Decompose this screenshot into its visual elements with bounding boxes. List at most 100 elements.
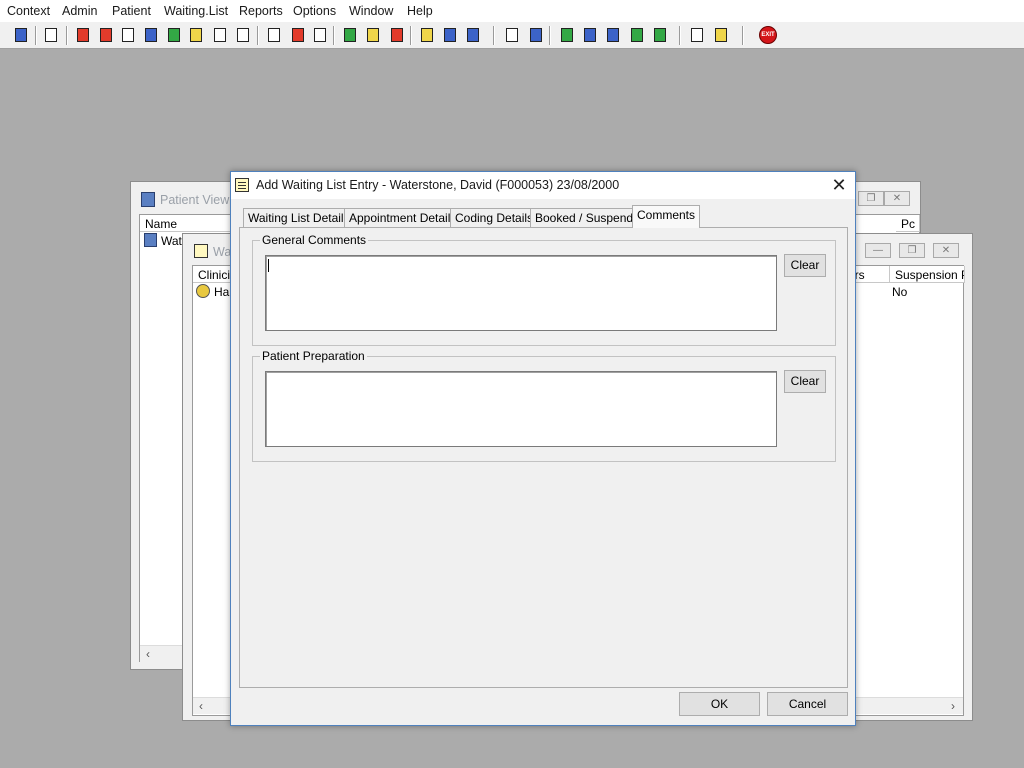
check-list-icon	[584, 28, 596, 42]
toolbar-separator	[679, 26, 681, 45]
search-doc-icon	[268, 28, 280, 42]
document-button[interactable]	[502, 25, 522, 45]
menu-options[interactable]: Options	[293, 4, 336, 18]
patient-preparation-textarea[interactable]	[265, 371, 777, 447]
menu-help[interactable]: Help	[407, 4, 433, 18]
download-button[interactable]	[627, 25, 647, 45]
panel-icon	[314, 28, 326, 42]
ok-button[interactable]: OK	[679, 692, 760, 716]
menu-context[interactable]: Context	[7, 4, 50, 18]
report-button[interactable]	[118, 25, 138, 45]
form-button[interactable]	[186, 25, 206, 45]
patient-view-icon	[141, 192, 155, 207]
globe-icon	[561, 28, 573, 42]
toolbar-separator	[493, 26, 495, 45]
patient-col-name[interactable]: Name	[140, 215, 240, 232]
transfer-icon	[467, 28, 479, 42]
exit-button[interactable]: EXIT	[758, 25, 778, 45]
notes-button[interactable]	[417, 25, 437, 45]
patient-preparation-label: Patient Preparation	[260, 349, 367, 363]
patient-row-icon	[144, 233, 157, 247]
clock-button[interactable]	[288, 25, 308, 45]
check-list-button[interactable]	[580, 25, 600, 45]
warning-icon	[715, 28, 727, 42]
scroll-left-icon[interactable]: ‹	[146, 647, 150, 661]
patient-col-pc[interactable]: Pc	[896, 215, 920, 232]
note-edit-button[interactable]	[363, 25, 383, 45]
exit-icon: EXIT	[759, 26, 777, 44]
patient-view-restore-button[interactable]: ❐	[858, 191, 884, 206]
clinician-row-icon	[196, 284, 210, 298]
clinician-button[interactable]	[164, 25, 184, 45]
bar-chart-button[interactable]	[526, 25, 546, 45]
transfer-button[interactable]	[463, 25, 483, 45]
general-comments-textarea[interactable]	[265, 255, 777, 331]
menu-waiting-list[interactable]: Waiting.List	[164, 4, 228, 18]
waiting-list-icon	[194, 244, 208, 258]
waiting-list-close-button[interactable]: ✕	[933, 243, 959, 258]
tab-coding-details[interactable]: Coding Details	[450, 208, 539, 227]
toolbar-separator	[549, 26, 551, 45]
note-edit-icon	[367, 28, 379, 42]
tab-booked-suspend[interactable]: Booked / Suspend	[530, 208, 639, 227]
add-waiting-list-entry-dialog: Add Waiting List Entry - Waterstone, Dav…	[230, 171, 856, 726]
camera-icon	[214, 28, 226, 42]
print-button[interactable]	[41, 25, 61, 45]
tab-comments[interactable]: Comments	[632, 205, 701, 228]
comments-tab-panel: General Comments Clear Patient Preparati…	[239, 227, 848, 688]
book-icon	[77, 28, 89, 42]
dialog-title: Add Waiting List Entry - Waterstone, Dav…	[256, 178, 620, 192]
waiting-list-restore-button[interactable]: ❐	[899, 243, 925, 258]
edit-icon	[100, 28, 112, 42]
check-list2-button[interactable]	[603, 25, 623, 45]
tab-waiting-list-details[interactable]: Waiting List Details	[243, 208, 355, 227]
warning-button[interactable]	[711, 25, 731, 45]
globe-button[interactable]	[557, 25, 577, 45]
camera-button[interactable]	[210, 25, 230, 45]
menu-admin[interactable]: Admin	[62, 4, 97, 18]
bed-button[interactable]	[440, 25, 460, 45]
general-comments-label: General Comments	[260, 233, 369, 247]
panel-button[interactable]	[310, 25, 330, 45]
menu-window[interactable]: Window	[349, 4, 393, 18]
patient-preparation-group: Patient Preparation Clear	[252, 349, 836, 462]
letter-m-button[interactable]	[141, 25, 161, 45]
chart-icon	[344, 28, 356, 42]
patient-button[interactable]	[11, 25, 31, 45]
tab-appointment-details[interactable]: Appointment Details	[344, 208, 462, 227]
close-icon[interactable]: ✕	[827, 174, 851, 196]
patient-preparation-clear-button[interactable]: Clear	[784, 370, 826, 393]
toolbar: EXIT	[0, 22, 1024, 49]
refresh-button[interactable]	[650, 25, 670, 45]
search-doc-button[interactable]	[264, 25, 284, 45]
cancel-button[interactable]: Cancel	[767, 692, 848, 716]
waiting-col-suspension-period[interactable]: Suspension Pe	[890, 266, 965, 283]
chart-button[interactable]	[340, 25, 360, 45]
letter-m-icon	[145, 28, 157, 42]
waiting-list-minimize-button[interactable]: —	[865, 243, 891, 258]
scroll-left-icon[interactable]: ‹	[199, 699, 203, 713]
patient-icon	[15, 28, 27, 42]
patient-view-close-button[interactable]: ✕	[884, 191, 910, 206]
waiting-row-suspension[interactable]: No	[892, 285, 907, 299]
dial-button[interactable]	[387, 25, 407, 45]
form-icon	[190, 28, 202, 42]
menu-patient[interactable]: Patient	[112, 4, 151, 18]
book-button[interactable]	[73, 25, 93, 45]
edit-button[interactable]	[96, 25, 116, 45]
camera2-icon	[237, 28, 249, 42]
general-comments-group: General Comments Clear	[252, 233, 836, 346]
exit-label: EXIT	[761, 32, 775, 38]
general-comments-clear-button[interactable]: Clear	[784, 254, 826, 277]
swap-button[interactable]	[687, 25, 707, 45]
menu-reports[interactable]: Reports	[239, 4, 283, 18]
patient-list-hscroll[interactable]: ‹	[140, 645, 184, 662]
report-icon	[122, 28, 134, 42]
patient-view-title: Patient View	[160, 193, 230, 207]
scroll-right-icon[interactable]: ›	[951, 699, 955, 713]
download-icon	[631, 28, 643, 42]
camera2-button[interactable]	[233, 25, 253, 45]
text-caret	[268, 259, 269, 272]
document-icon	[506, 28, 518, 42]
notes-icon	[421, 28, 433, 42]
